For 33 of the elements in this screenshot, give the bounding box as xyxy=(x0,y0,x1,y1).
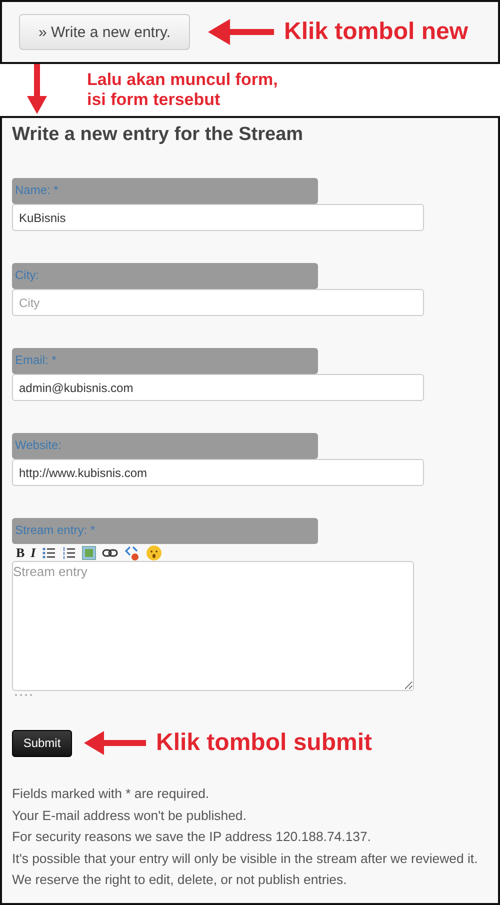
text-area[interactable]: Stream entry xyxy=(12,561,414,691)
field-label: Name: * xyxy=(12,178,318,204)
resize-handle-icon[interactable] xyxy=(14,693,34,697)
italic-button[interactable]: I xyxy=(30,544,36,560)
numbered-list-icon[interactable] xyxy=(62,546,76,560)
code-icon[interactable] xyxy=(124,544,140,560)
write-entry-button[interactable]: » Write a new entry. xyxy=(19,14,190,50)
note-text: We reserve the right to edit, delete, or not publish entries. xyxy=(12,871,348,890)
bullet-list-icon[interactable] xyxy=(42,546,56,560)
input-field[interactable]: http://www.kubisnis.com xyxy=(12,459,424,486)
submit-button[interactable]: Submit xyxy=(12,730,72,756)
field-label: Email: * xyxy=(12,348,318,374)
image-icon[interactable] xyxy=(82,546,96,560)
note-text: Fields marked with * are required. xyxy=(12,785,210,803)
arrow-icon xyxy=(84,729,146,757)
form-title: Write a new entry for the Stream xyxy=(12,123,304,147)
note-text: For security reasons we save the IP address 120.188.74.137. xyxy=(12,828,372,846)
arrow-icon xyxy=(208,17,274,47)
note-text: Your E-mail address won't be published. xyxy=(12,806,248,825)
annotation-text: isi form tersebut xyxy=(87,90,222,110)
field-label: City: xyxy=(12,263,318,289)
annotation-text: Klik tombol submit xyxy=(156,729,372,757)
field-label: Website: xyxy=(12,433,318,459)
arrow-icon xyxy=(27,64,47,114)
annotation-text: Lalu akan muncul form, xyxy=(87,70,278,90)
emoji-icon[interactable] xyxy=(146,544,162,560)
input-field[interactable]: admin@kubisnis.com xyxy=(12,374,424,401)
field-label: Stream entry: * xyxy=(12,518,318,544)
note-text: It's possible that your entry will only be visible in the stream after we reviewed it. xyxy=(12,850,479,868)
input-field[interactable]: KuBisnis xyxy=(12,204,424,231)
input-field[interactable]: City xyxy=(12,289,424,316)
bold-button[interactable]: B xyxy=(16,544,25,560)
annotation-text: Klik tombol new xyxy=(284,18,468,46)
